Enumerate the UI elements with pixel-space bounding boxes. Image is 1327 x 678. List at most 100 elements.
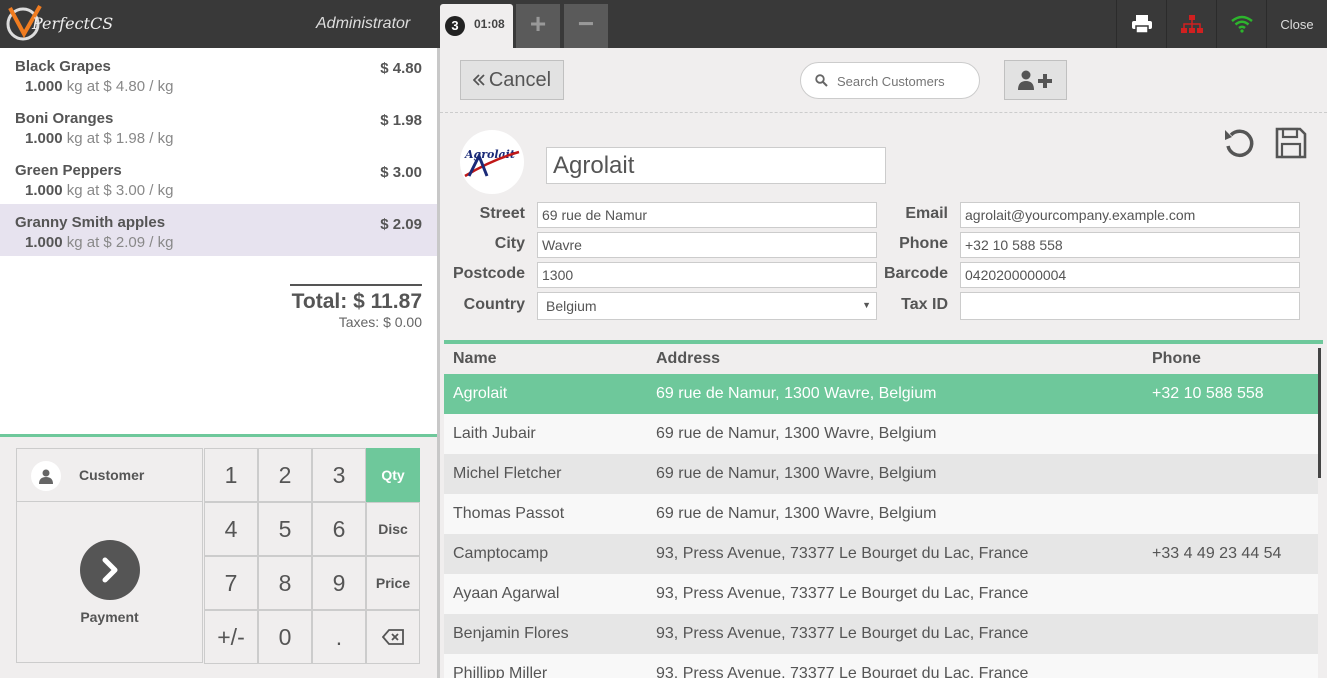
- country-select[interactable]: Belgium ▼: [537, 292, 877, 320]
- order-taxes: Taxes: $ 0.00: [338, 314, 422, 330]
- barcode-label: Barcode: [883, 265, 948, 282]
- order-time: 01:08: [474, 17, 505, 31]
- numpad-key-8[interactable]: 8: [258, 556, 312, 610]
- undo-button[interactable]: [1222, 126, 1256, 165]
- cancel-label: Cancel: [488, 68, 552, 91]
- chevron-right-icon: [102, 557, 118, 583]
- postcode-input[interactable]: [537, 262, 877, 288]
- floppy-disk-icon: [1275, 127, 1307, 159]
- customer-name-input[interactable]: [546, 147, 886, 184]
- payment-button-label: Payment: [80, 609, 139, 625]
- toolbar-separator: [440, 112, 1327, 113]
- customer-list-scrollbar[interactable]: [1318, 348, 1321, 478]
- customer-address: 93, Press Avenue, 73377 Le Bourget du La…: [656, 665, 1029, 678]
- order-line[interactable]: Black Grapes $ 4.80 1.000 kg at $ 4.80 /…: [0, 48, 437, 100]
- numpad-key-4[interactable]: 4: [204, 502, 258, 556]
- save-button[interactable]: [1274, 126, 1308, 165]
- numpad-key-2[interactable]: 2: [258, 448, 312, 502]
- order-line-name: Boni Oranges: [15, 110, 114, 127]
- payment-button[interactable]: Payment: [16, 502, 203, 663]
- customer-address: 93, Press Avenue, 73377 Le Bourget du La…: [656, 545, 1029, 562]
- customer-row[interactable]: Michel Fletcher 69 rue de Namur, 1300 Wa…: [444, 454, 1318, 494]
- customer-list: Name Address Phone Agrolait 69 rue de Na…: [444, 344, 1318, 678]
- customer-name: Michel Fletcher: [453, 465, 562, 482]
- country-label: Country: [463, 296, 525, 313]
- search-icon: [815, 74, 828, 87]
- proxy-status-button[interactable]: [1166, 0, 1216, 48]
- customer-name: Benjamin Flores: [453, 625, 569, 642]
- customer-screen: Cancel Agrolait: [440, 48, 1327, 678]
- barcode-input[interactable]: [960, 262, 1300, 288]
- brand-logo: PerfectCS: [6, 4, 116, 44]
- order-tab[interactable]: 3 01:08: [440, 4, 513, 48]
- numpad-key-0[interactable]: 0: [258, 610, 312, 664]
- wifi-icon: [1230, 15, 1253, 33]
- add-customer-button[interactable]: [1004, 60, 1067, 100]
- email-input[interactable]: [960, 202, 1300, 228]
- numpad-key-7[interactable]: 7: [204, 556, 258, 610]
- numpad-key-plus-minus[interactable]: +/-: [204, 610, 258, 664]
- city-input[interactable]: [537, 232, 877, 258]
- control-pad: Customer Payment 1 2 3 Qty 4 5 6 Disc 7 …: [0, 434, 437, 678]
- order-line-price: $ 4.80: [380, 60, 422, 77]
- order-line-qty: 1.000: [25, 182, 63, 199]
- order-line[interactable]: Boni Oranges $ 1.98 1.000 kg at $ 1.98 /…: [0, 100, 437, 152]
- close-label: Close: [1280, 16, 1314, 32]
- order-number-badge: 3: [445, 16, 465, 36]
- set-customer-button[interactable]: Customer: [16, 448, 203, 502]
- order-line-price: $ 2.09: [380, 216, 422, 233]
- mode-disc-button[interactable]: Disc: [366, 502, 420, 556]
- add-order-button[interactable]: +: [516, 4, 560, 48]
- network-status-button[interactable]: [1216, 0, 1266, 48]
- customer-avatar: [31, 461, 61, 491]
- order-line-price: $ 1.98: [380, 112, 422, 129]
- numpad-key-dot[interactable]: .: [312, 610, 366, 664]
- numpad: 1 2 3 Qty 4 5 6 Disc 7 8 9 Price +/- 0 .: [204, 448, 421, 664]
- customer-row[interactable]: Laith Jubair 69 rue de Namur, 1300 Wavre…: [444, 414, 1318, 454]
- numpad-backspace[interactable]: [366, 610, 420, 664]
- customer-row[interactable]: Thomas Passot 69 rue de Namur, 1300 Wavr…: [444, 494, 1318, 534]
- cancel-button[interactable]: Cancel: [460, 60, 564, 100]
- cashier-name[interactable]: Administrator: [316, 15, 410, 33]
- header-name: Name: [453, 350, 497, 367]
- customer-row[interactable]: Phillipp Miller 93, Press Avenue, 73377 …: [444, 654, 1318, 678]
- numpad-key-9[interactable]: 9: [312, 556, 366, 610]
- print-button[interactable]: [1116, 0, 1166, 48]
- customer-row-selected[interactable]: Agrolait 69 rue de Namur, 1300 Wavre, Be…: [444, 374, 1318, 414]
- tax-id-input[interactable]: [960, 292, 1300, 320]
- numpad-key-5[interactable]: 5: [258, 502, 312, 556]
- numpad-key-1[interactable]: 1: [204, 448, 258, 502]
- order-line[interactable]: Green Peppers $ 3.00 1.000 kg at $ 3.00 …: [0, 152, 437, 204]
- customer-phone: +32 10 588 558: [1152, 385, 1264, 402]
- customer-button-label: Customer: [79, 467, 145, 483]
- phone-input[interactable]: [960, 232, 1300, 258]
- order-total: Total: $ 11.87: [291, 290, 422, 313]
- street-input[interactable]: [537, 202, 877, 228]
- order-line-selected[interactable]: Granny Smith apples $ 2.09 1.000 kg at $…: [0, 204, 437, 256]
- customer-search-box[interactable]: [800, 62, 980, 99]
- customer-row[interactable]: Ayaan Agarwal 93, Press Avenue, 73377 Le…: [444, 574, 1318, 614]
- customer-row[interactable]: Benjamin Flores 93, Press Avenue, 73377 …: [444, 614, 1318, 654]
- header-address: Address: [656, 350, 721, 367]
- close-button[interactable]: Close: [1266, 0, 1327, 48]
- customer-address: 69 rue de Namur, 1300 Wavre, Belgium: [656, 505, 937, 522]
- order-line-unit-info: kg at $ 2.09 / kg: [66, 234, 174, 251]
- remove-order-button[interactable]: −: [564, 4, 608, 48]
- customer-row[interactable]: Camptocamp 93, Press Avenue, 73377 Le Bo…: [444, 534, 1318, 574]
- customer-name: Laith Jubair: [453, 425, 536, 442]
- customer-name: Agrolait: [453, 385, 508, 402]
- customer-address: 93, Press Avenue, 73377 Le Bourget du La…: [656, 625, 1029, 642]
- mode-qty-button[interactable]: Qty: [366, 448, 420, 502]
- customer-address: 69 rue de Namur, 1300 Wavre, Belgium: [656, 465, 937, 482]
- mode-price-button[interactable]: Price: [366, 556, 420, 610]
- numpad-key-3[interactable]: 3: [312, 448, 366, 502]
- customer-logo[interactable]: Agrolait: [460, 130, 524, 194]
- order-line-unit-info: kg at $ 4.80 / kg: [66, 78, 174, 95]
- order-line-qty: 1.000: [25, 78, 63, 95]
- city-label: City: [494, 235, 525, 252]
- order-line-qty: 1.000: [25, 130, 63, 147]
- numpad-key-6[interactable]: 6: [312, 502, 366, 556]
- order-line-info: 1.000 kg at $ 3.00 / kg: [25, 182, 422, 199]
- customer-search-input[interactable]: [837, 71, 972, 91]
- street-label: Street: [479, 205, 525, 222]
